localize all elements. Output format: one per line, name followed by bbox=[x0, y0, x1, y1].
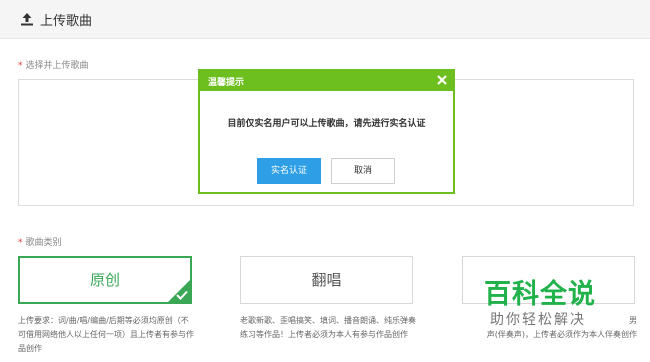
category-description-cover: 老歌新歌、歪唱搞笑、填词、播音朗诵、纯乐弹奏 练习等作品！上传者必须为本人有参与… bbox=[240, 314, 420, 342]
category-card-cover[interactable]: 翻唱 bbox=[240, 256, 413, 304]
upload-label: * 选择并上传歌曲 bbox=[18, 58, 89, 71]
watermark-subtitle: 助你轻松解决 bbox=[490, 312, 586, 328]
category-card-label: 原创 bbox=[89, 271, 120, 289]
cancel-button[interactable]: 取消 bbox=[331, 158, 395, 184]
dialog-title: 温馨提示 bbox=[208, 78, 245, 88]
notice-dialog: 温馨提示 目前仅实名用户可以上传歌曲，请先进行实名认证 实名认证 取消 bbox=[198, 69, 455, 194]
dialog-body: 温馨提示 目前仅实名用户可以上传歌曲，请先进行实名认证 实名认证 取消 bbox=[200, 71, 453, 192]
description-line: 练习等作品！上传者必须为本人有参与作品创作 bbox=[240, 330, 408, 339]
category-card-original[interactable]: 原创 bbox=[18, 256, 192, 304]
watermark-title: 百科全说 bbox=[484, 279, 596, 310]
category-description-original: 上传要求：词/曲/唱/编曲/后期等必须均原创（不 可借用网络他人以上任何一项）且… bbox=[18, 314, 198, 356]
category-card-label: 翻唱 bbox=[311, 271, 342, 289]
close-icon[interactable] bbox=[436, 74, 448, 86]
description-line: 上传要求：词/曲/唱/编曲/后期等必须均原创（不 bbox=[18, 316, 189, 325]
dialog-message: 目前仅实名用户可以上传歌曲，请先进行实名认证 bbox=[227, 119, 426, 129]
required-mark: * bbox=[18, 238, 23, 248]
description-line: 品创作 bbox=[18, 344, 42, 353]
category-label: * 歌曲类别 bbox=[18, 235, 62, 248]
page-header: 上传歌曲 bbox=[0, 0, 650, 39]
page-title: 上传歌曲 bbox=[40, 14, 93, 29]
required-mark: * bbox=[18, 61, 23, 71]
category-label-text: 歌曲类别 bbox=[25, 238, 62, 248]
dialog-header: 温馨提示 bbox=[200, 71, 453, 91]
upload-label-text: 选择并上传歌曲 bbox=[25, 61, 89, 71]
description-line: 可借用网络他人以上任何一项）且上传者有参与作 bbox=[18, 330, 194, 339]
watermark: 百科全说 助你轻松解决 bbox=[466, 272, 636, 334]
verify-identity-button[interactable]: 实名认证 bbox=[257, 158, 321, 184]
upload-icon bbox=[21, 13, 33, 26]
checkmark-icon bbox=[176, 290, 188, 300]
description-line: 老歌新歌、歪唱搞笑、填词、播音朗诵、纯乐弹奏 bbox=[240, 316, 416, 325]
